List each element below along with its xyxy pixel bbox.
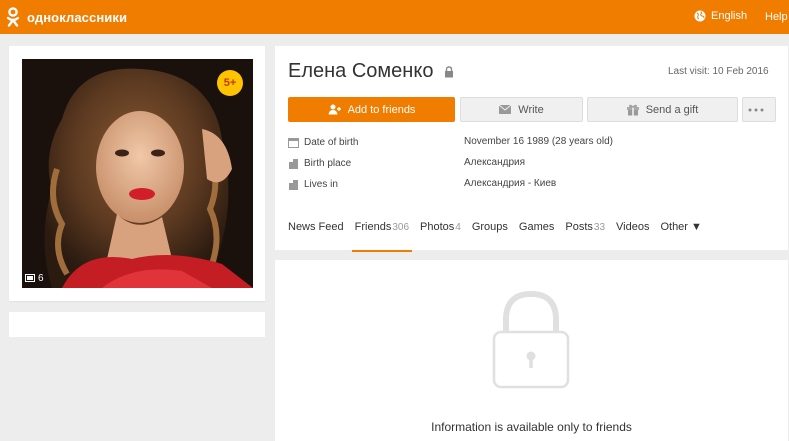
tab-label: News Feed: [288, 221, 344, 233]
tab-count: 306: [392, 222, 410, 233]
lock-icon: [445, 65, 454, 77]
profile-photo[interactable]: 5+ 6: [22, 59, 253, 288]
large-lock-icon: [492, 290, 570, 389]
language-label: English: [711, 10, 748, 22]
info-lives-row: Lives in: [288, 176, 338, 192]
more-options-button[interactable]: [742, 97, 776, 122]
birth-label: Date of birth: [304, 136, 359, 148]
tab-label: Videos: [616, 221, 650, 233]
tab-label: Other ▼: [660, 221, 702, 233]
tab-label: Groups: [471, 221, 508, 233]
language-selector[interactable]: English: [694, 10, 747, 22]
birthplace-label: Birth place: [304, 157, 352, 169]
help-link[interactable]: Help: [765, 11, 788, 23]
tab-other[interactable]: Other ▼: [660, 221, 701, 250]
logo-text: одноклассники: [27, 9, 128, 25]
ok-logo-icon: [6, 7, 20, 27]
profile-card: Елена Соменко Last visit: 10 Feb 2016 Ad…: [275, 46, 788, 252]
calendar-icon: [288, 137, 299, 148]
profile-tabs: News Feed Friends306 Photos4 Groups Game…: [288, 221, 713, 252]
profile-photo-image: [22, 59, 253, 288]
write-label: Write: [518, 103, 544, 116]
tab-label: Photos: [420, 221, 455, 233]
profile-name-row: Елена Соменко: [288, 60, 454, 83]
tab-label: Games: [518, 221, 555, 233]
private-notice-text: Information is available only to friends: [431, 420, 632, 434]
birthplace-value[interactable]: Александрия: [464, 157, 525, 168]
profile-name: Елена Соменко: [288, 60, 434, 82]
top-bar: одноклассники English Help: [0, 0, 789, 34]
tab-count: 4: [455, 222, 461, 233]
age-badge: 5+: [217, 70, 243, 96]
tab-photos[interactable]: Photos4: [420, 221, 461, 250]
tab-news-feed[interactable]: News Feed: [288, 221, 344, 250]
send-gift-button[interactable]: Send a gift: [587, 97, 738, 122]
send-gift-label: Send a gift: [645, 103, 699, 116]
add-to-friends-label: Add to friends: [347, 103, 416, 116]
city-icon: [289, 158, 298, 169]
globe-icon: [694, 10, 706, 22]
tab-friends[interactable]: Friends306: [351, 221, 413, 252]
tab-groups[interactable]: Groups: [472, 221, 508, 250]
lives-label: Lives in: [304, 178, 338, 190]
photo-icon: [25, 274, 35, 282]
add-to-friends-button[interactable]: Add to friends: [288, 97, 455, 122]
gift-icon: [626, 104, 639, 115]
info-birth-row: Date of birth: [288, 134, 358, 150]
left-blank-panel: [9, 312, 265, 337]
envelope-icon: [499, 105, 512, 114]
info-birthplace-row: Birth place: [288, 155, 351, 171]
tab-games[interactable]: Games: [519, 221, 554, 250]
lives-value[interactable]: Александрия - Киев: [464, 178, 556, 189]
profile-photo-card: 5+ 6: [9, 46, 265, 301]
birth-value: November 16 1989 (28 years old): [464, 136, 613, 147]
photo-count[interactable]: 6: [25, 273, 44, 284]
more-dots-icon: [748, 108, 763, 111]
city-icon: [289, 179, 298, 190]
site-logo[interactable]: одноклассники: [6, 7, 127, 27]
photo-count-label: 6: [38, 273, 44, 284]
tab-count: 33: [593, 222, 606, 233]
tab-videos[interactable]: Videos: [616, 221, 649, 250]
private-content-card: Information is available only to friends: [275, 260, 788, 441]
tab-posts[interactable]: Posts33: [565, 221, 605, 250]
last-visit: Last visit: 10 Feb 2016: [668, 66, 769, 77]
write-message-button[interactable]: Write: [460, 97, 583, 122]
tab-label: Friends: [354, 221, 392, 233]
tab-label: Posts: [565, 221, 593, 233]
add-friend-icon: [328, 104, 341, 115]
